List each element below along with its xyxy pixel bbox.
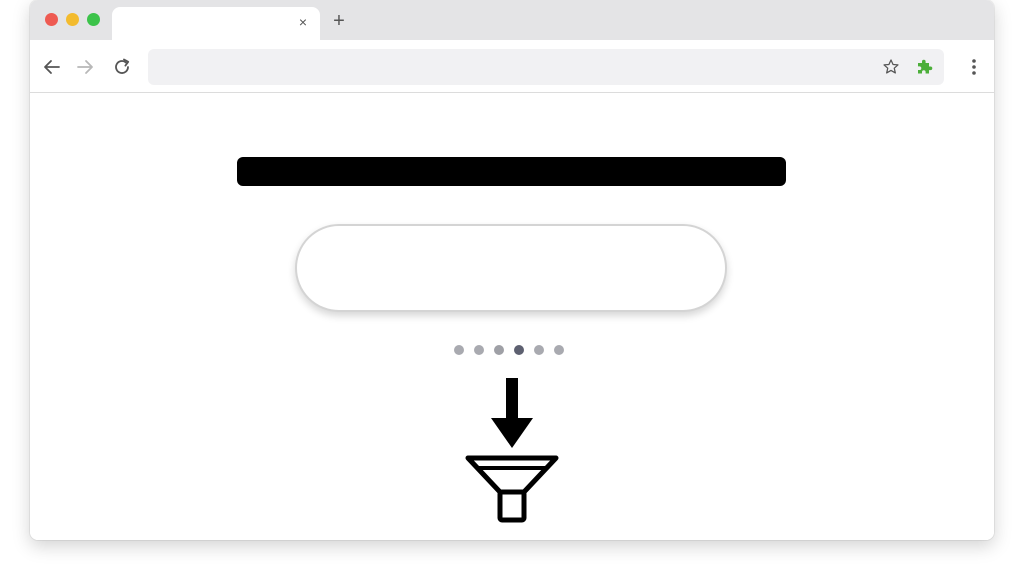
close-window-button[interactable] (45, 13, 58, 26)
active-tab[interactable]: × (112, 7, 320, 40)
forward-button[interactable] (73, 55, 97, 79)
kebab-menu-icon (972, 59, 976, 75)
star-icon[interactable] (882, 58, 900, 76)
minimize-window-button[interactable] (66, 13, 79, 26)
window-controls (45, 13, 100, 26)
pagination-dot-4-active[interactable] (514, 345, 524, 355)
pagination-dot-5[interactable] (534, 345, 544, 355)
pagination-dot-1[interactable] (454, 345, 464, 355)
pagination-dot-6[interactable] (554, 345, 564, 355)
pagination-dot-2[interactable] (474, 345, 484, 355)
browser-window: × + (30, 0, 994, 540)
browser-toolbar (30, 40, 994, 93)
search-input[interactable] (297, 226, 725, 310)
browser-menu-button[interactable] (964, 55, 984, 79)
page-content (30, 94, 994, 540)
back-button[interactable] (40, 55, 64, 79)
puzzle-extension-icon[interactable] (914, 57, 934, 77)
pagination-dot-3[interactable] (494, 345, 504, 355)
new-tab-button[interactable]: + (328, 10, 350, 32)
arrow-left-icon (44, 60, 60, 74)
arrow-down-icon (491, 378, 533, 448)
pagination-dots (454, 345, 564, 355)
reload-icon (115, 58, 130, 74)
funnel-filter-icon (465, 455, 559, 523)
address-bar[interactable] (148, 49, 944, 85)
redacted-heading-bar (237, 157, 786, 186)
arrow-right-icon (77, 60, 93, 74)
reload-button[interactable] (110, 55, 134, 79)
tab-close-icon[interactable]: × (294, 13, 312, 31)
tab-strip: × + (30, 0, 994, 40)
maximize-window-button[interactable] (87, 13, 100, 26)
search-box[interactable] (295, 224, 727, 312)
